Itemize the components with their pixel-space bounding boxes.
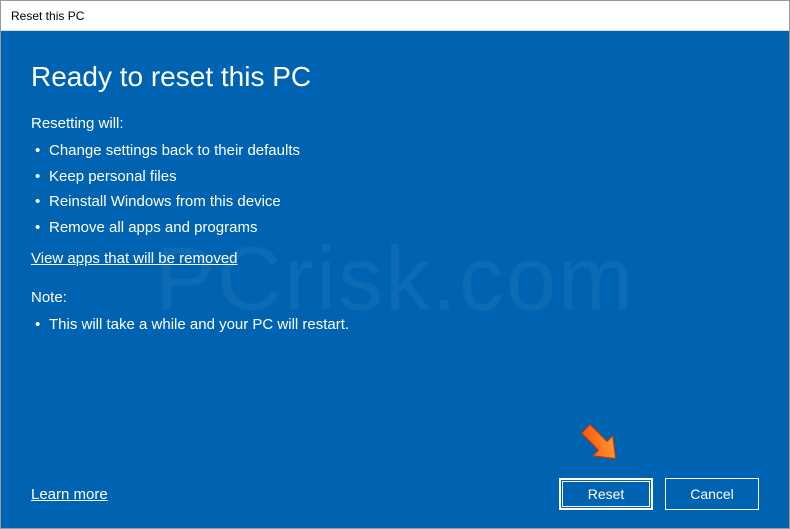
dialog-body: PCrisk.com Ready to reset this PC Resett… — [1, 31, 789, 528]
reset-actions-list: Change settings back to their defaults K… — [31, 138, 759, 240]
list-item: Change settings back to their defaults — [31, 138, 759, 164]
window-title: Reset this PC — [11, 9, 84, 23]
cancel-button[interactable]: Cancel — [665, 478, 759, 510]
dialog-heading: Ready to reset this PC — [31, 61, 759, 93]
list-item: This will take a while and your PC will … — [31, 312, 759, 338]
learn-more-link[interactable]: Learn more — [31, 486, 108, 503]
title-bar: Reset this PC — [1, 1, 789, 31]
intro-text: Resetting will: — [31, 115, 759, 132]
list-item: Remove all apps and programs — [31, 215, 759, 241]
reset-button[interactable]: Reset — [559, 478, 653, 510]
list-item: Reinstall Windows from this device — [31, 189, 759, 215]
arrow-annotation-icon — [576, 419, 624, 467]
note-section: Note: This will take a while and your PC… — [31, 289, 759, 348]
reset-pc-window: Reset this PC PCrisk.com Ready to reset … — [0, 0, 790, 529]
note-label: Note: — [31, 289, 759, 306]
dialog-footer: Learn more Reset Cancel — [31, 478, 759, 510]
list-item: Keep personal files — [31, 164, 759, 190]
button-row: Reset Cancel — [559, 478, 759, 510]
note-list: This will take a while and your PC will … — [31, 312, 759, 338]
view-apps-link[interactable]: View apps that will be removed — [31, 250, 759, 267]
